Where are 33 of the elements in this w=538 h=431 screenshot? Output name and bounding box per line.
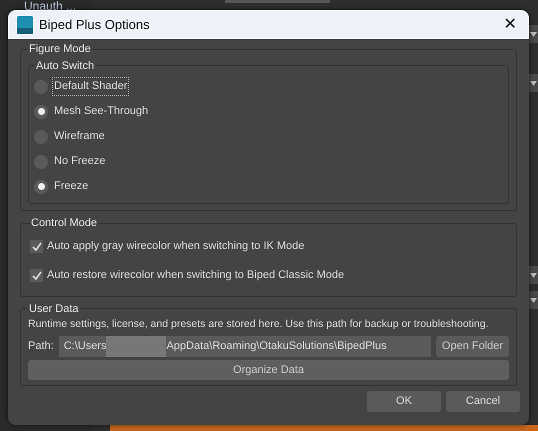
radio-label: Default Shader xyxy=(52,77,130,96)
path-label: Path: xyxy=(28,339,54,354)
radio-option[interactable]: Mesh See-Through xyxy=(34,99,503,124)
radio-button[interactable] xyxy=(34,104,48,118)
group-title: User Data xyxy=(28,302,80,316)
dialog-button[interactable]: Cancel xyxy=(446,390,520,412)
checkbox-label: Auto apply gray wirecolor when switching to IK Mode xyxy=(47,238,304,254)
group-title: Control Mode xyxy=(30,216,98,231)
checkbox-option[interactable]: Auto apply gray wirecolor when switching to IK Mode xyxy=(30,232,507,260)
checkbox-label: Auto restore wirecolor when switching to Biped Classic Mode xyxy=(47,268,344,283)
description-text: Runtime settings, license, and presets are stored here. Use this path for backup or troubleshooting. xyxy=(28,317,490,332)
checkbox[interactable] xyxy=(30,240,43,252)
radio-label: No Freeze xyxy=(53,154,106,170)
checkbox-option[interactable]: Auto restore wirecolor when switching to Biped Classic Mode xyxy=(30,260,507,290)
radio-option[interactable]: Wireframe xyxy=(34,124,503,149)
close-button[interactable]: ✕ xyxy=(500,16,520,32)
open-folder-button[interactable]: Open Folder xyxy=(436,336,509,357)
dialog-button[interactable]: OK xyxy=(367,390,441,412)
radio-option[interactable]: Default Shader xyxy=(34,74,503,99)
radio-button[interactable] xyxy=(34,180,48,194)
group-title: Auto Switch xyxy=(35,58,96,74)
radio-option[interactable]: No Freeze xyxy=(34,149,503,174)
organize-data-button[interactable]: Organize Data xyxy=(28,360,509,380)
path-field[interactable]: C:\Users AppData\Roaming\OtakuSolutions\BipedPlus xyxy=(58,336,431,357)
redaction-block xyxy=(106,336,166,357)
radio-label: Freeze xyxy=(53,179,90,194)
radio-option[interactable]: Freeze xyxy=(34,174,503,199)
group-title: Figure Mode xyxy=(28,42,92,57)
checkbox[interactable] xyxy=(30,268,43,282)
window-title: Biped Plus Options xyxy=(39,16,151,34)
radio-label: Mesh See-Through xyxy=(53,104,150,120)
radio-label: Wireframe xyxy=(53,129,106,144)
app-icon xyxy=(17,16,33,34)
